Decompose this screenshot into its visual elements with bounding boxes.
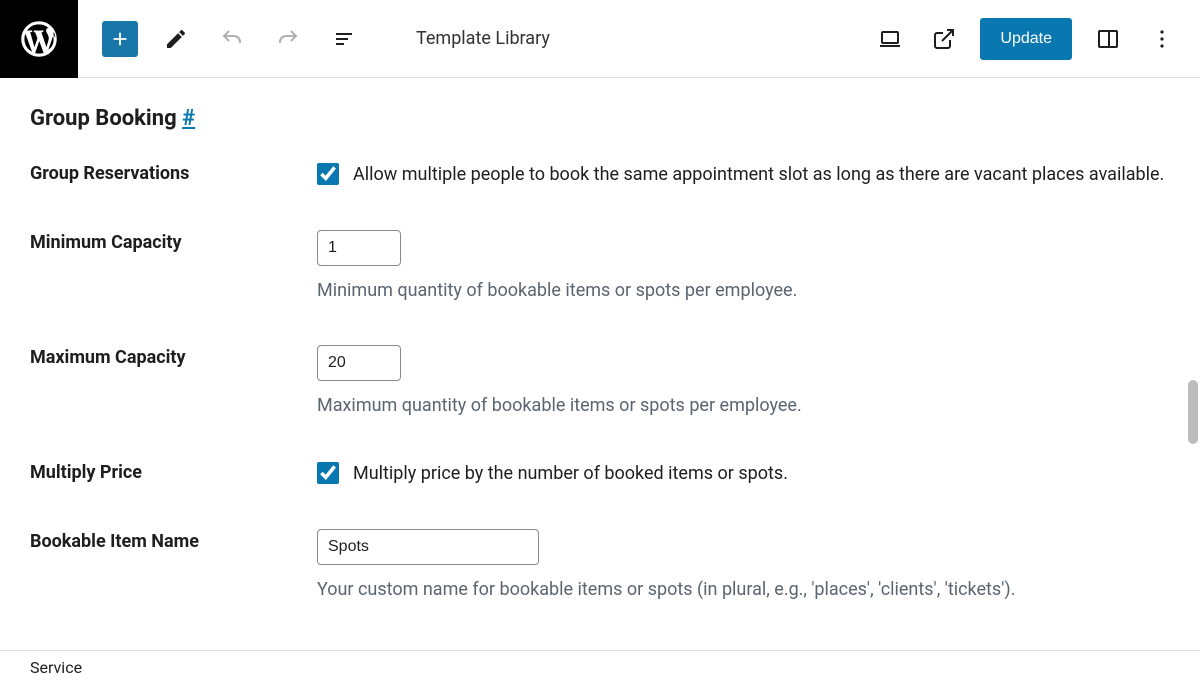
minimum-capacity-row: Minimum Capacity Minimum quantity of boo… (30, 230, 1170, 303)
maximum-capacity-label: Maximum Capacity (30, 345, 317, 368)
minimum-capacity-label: Minimum Capacity (30, 230, 317, 253)
left-tool-group (78, 21, 386, 57)
minimum-capacity-control: Minimum quantity of bookable items or sp… (317, 230, 1170, 303)
document-overview-button[interactable] (326, 21, 362, 57)
redo-button[interactable] (270, 21, 306, 57)
maximum-capacity-help: Maximum quantity of bookable items or sp… (317, 393, 1170, 418)
maximum-capacity-control: Maximum quantity of bookable items or sp… (317, 345, 1170, 418)
options-button[interactable] (1144, 21, 1180, 57)
editor-topbar: Template Library Update (0, 0, 1200, 78)
multiply-price-label: Multiply Price (30, 460, 317, 483)
pencil-icon (164, 27, 188, 51)
settings-content: Group Booking # Group Reservations Allow… (0, 78, 1200, 650)
edit-button[interactable] (158, 21, 194, 57)
sidebar-toggle-button[interactable] (1090, 21, 1126, 57)
group-reservations-text: Allow multiple people to book the same a… (353, 161, 1164, 188)
multiply-price-text: Multiply price by the number of booked i… (353, 460, 788, 487)
wordpress-icon (18, 18, 60, 60)
minimum-capacity-input[interactable] (317, 230, 401, 266)
panel-icon (1096, 27, 1120, 51)
bookable-item-name-row: Bookable Item Name Your custom name for … (30, 529, 1170, 602)
bookable-item-name-control: Your custom name for bookable items or s… (317, 529, 1170, 602)
title-area: Template Library (386, 28, 872, 49)
wordpress-logo[interactable] (0, 0, 78, 78)
right-tool-group: Update (872, 18, 1200, 60)
view-external-button[interactable] (926, 21, 962, 57)
group-reservations-label: Group Reservations (30, 161, 317, 184)
dots-vertical-icon (1150, 27, 1174, 51)
laptop-icon (878, 27, 902, 51)
page-title: Template Library (416, 28, 550, 49)
group-reservations-row: Group Reservations Allow multiple people… (30, 161, 1170, 188)
scrollbar-thumb[interactable] (1188, 380, 1198, 444)
multiply-price-control: Multiply price by the number of booked i… (317, 460, 1170, 487)
section-title-text: Group Booking (30, 106, 177, 131)
undo-icon (220, 27, 244, 51)
undo-button[interactable] (214, 21, 250, 57)
plus-icon (109, 28, 131, 50)
group-reservations-control: Allow multiple people to book the same a… (317, 161, 1170, 188)
breadcrumb-item[interactable]: Service (30, 658, 82, 677)
maximum-capacity-row: Maximum Capacity Maximum quantity of boo… (30, 345, 1170, 418)
add-block-button[interactable] (102, 21, 138, 57)
maximum-capacity-input[interactable] (317, 345, 401, 381)
bookable-item-name-input[interactable] (317, 529, 539, 565)
bookable-item-name-help: Your custom name for bookable items or s… (317, 577, 1170, 602)
group-reservations-checkbox[interactable] (317, 163, 339, 185)
section-heading: Group Booking # (30, 106, 1170, 131)
breadcrumb-footer: Service (0, 650, 1200, 684)
view-desktop-button[interactable] (872, 21, 908, 57)
multiply-price-row: Multiply Price Multiply price by the num… (30, 460, 1170, 487)
redo-icon (276, 27, 300, 51)
update-button[interactable]: Update (980, 18, 1072, 60)
multiply-price-checkbox[interactable] (317, 462, 339, 484)
external-link-icon (932, 27, 956, 51)
section-anchor-link[interactable]: # (182, 106, 195, 131)
minimum-capacity-help: Minimum quantity of bookable items or sp… (317, 278, 1170, 303)
list-icon (332, 27, 356, 51)
bookable-item-name-label: Bookable Item Name (30, 529, 317, 552)
